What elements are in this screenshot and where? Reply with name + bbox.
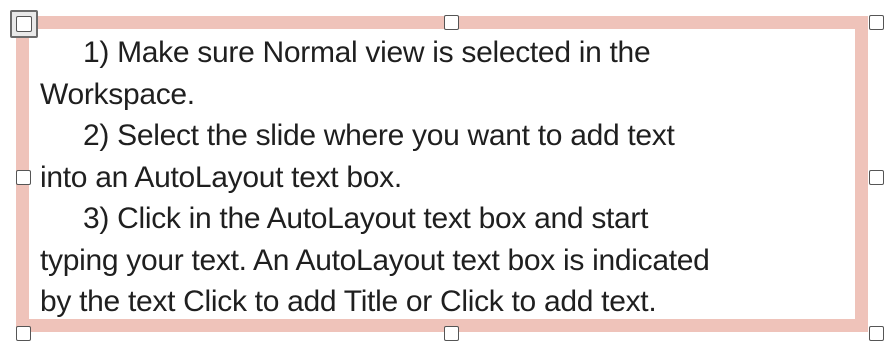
- paragraph-2-continuation: into an AutoLayout text box.: [40, 160, 402, 194]
- resize-handle-top-right[interactable]: [869, 15, 884, 30]
- paragraph-1-first-line: 1) Make sure Normal view is selected in …: [83, 36, 651, 69]
- paragraph-3-continuation-2: by the text Click to add Title or Click …: [40, 285, 657, 318]
- paragraph-3-first-line: 3) Click in the AutoLayout text box and …: [83, 202, 649, 235]
- text-box-content[interactable]: 1) Make sure Normal view is selected in …: [40, 32, 875, 323]
- resize-handle-bottom-left[interactable]: [16, 326, 31, 341]
- resize-handle-top-left[interactable]: [10, 10, 38, 38]
- resize-handle-middle-right[interactable]: [869, 170, 884, 185]
- resize-handle-middle-left[interactable]: [16, 170, 31, 185]
- paragraph-2-first-line: 2) Select the slide where you want to ad…: [83, 119, 675, 152]
- paragraph-1-continuation: Workspace.: [40, 77, 195, 111]
- resize-handle-top-center[interactable]: [444, 15, 459, 30]
- resize-handle-bottom-center[interactable]: [444, 326, 459, 341]
- paragraph-3-continuation-1: typing your text. An AutoLayout text box…: [40, 243, 710, 277]
- resize-handle-bottom-right[interactable]: [869, 326, 884, 341]
